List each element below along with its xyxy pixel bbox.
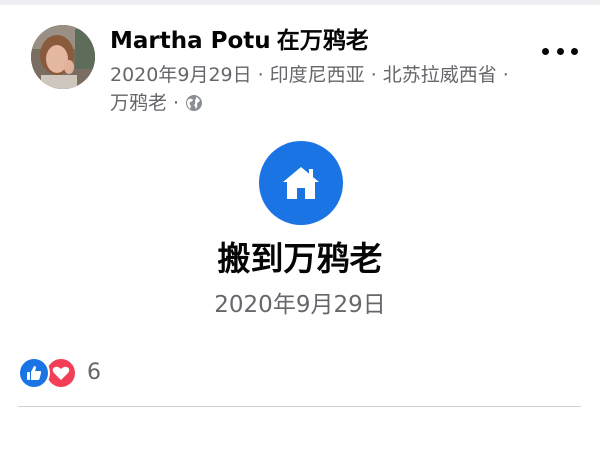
life-event-date: 2020年9月29日 bbox=[214, 292, 386, 318]
dot bbox=[542, 47, 549, 55]
meta-separator: · bbox=[257, 64, 264, 86]
divider bbox=[18, 406, 581, 407]
tagged-place[interactable]: 万鸦老 bbox=[300, 28, 369, 54]
post-date[interactable]: 2020年9月29日 bbox=[110, 64, 252, 86]
post-meta: 2020年9月29日 · 印度尼西亚 · 北苏拉威西省 ·万鸦老 · bbox=[110, 61, 530, 117]
author-line: Martha Potu 在万鸦老 bbox=[110, 27, 369, 55]
location-country: 印度尼西亚 bbox=[269, 64, 365, 86]
globe-icon[interactable] bbox=[185, 94, 203, 112]
meta-separator: · bbox=[173, 92, 180, 114]
dot bbox=[571, 47, 578, 55]
life-event-title: 搬到万鸦老 bbox=[217, 239, 383, 278]
meta-separator: · bbox=[502, 64, 509, 86]
meta-separator: · bbox=[370, 64, 377, 86]
reaction-count: 6 bbox=[87, 360, 101, 385]
at-word: 在 bbox=[276, 28, 300, 54]
post-card: Martha Potu 在万鸦老 2020年9月29日 · 印度尼西亚 · 北苏拉威西省 ·… bbox=[0, 5, 600, 449]
home-icon bbox=[283, 167, 319, 199]
more-options-icon[interactable] bbox=[540, 41, 580, 61]
reactions-summary[interactable]: 6 bbox=[18, 357, 101, 389]
dot bbox=[556, 47, 564, 55]
avatar[interactable] bbox=[31, 25, 95, 89]
location-region: 北苏拉威西省 bbox=[382, 64, 497, 86]
life-event-badge bbox=[259, 141, 343, 225]
like-icon bbox=[18, 357, 50, 389]
avatar-photo bbox=[31, 25, 95, 89]
location-city: 万鸦老 bbox=[110, 92, 168, 114]
author-name[interactable]: Martha Potu bbox=[110, 28, 271, 54]
